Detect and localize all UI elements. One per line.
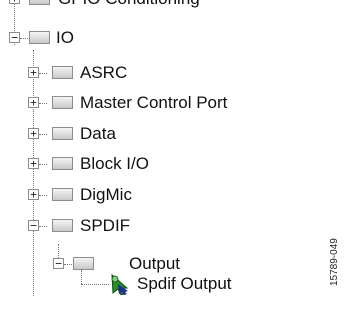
expand-icon[interactable]: +: [28, 189, 39, 200]
tree-item-spdif-output[interactable]: Spdif Output: [108, 273, 338, 295]
folder-icon: [52, 66, 73, 79]
tree-item-block-io[interactable]: + Block I/O: [20, 153, 270, 175]
folder-icon: [29, 31, 50, 44]
tree-item-label: DigMic: [80, 185, 132, 204]
expand-icon[interactable]: +: [9, 0, 20, 4]
tree-item-label: GPIO Conditioning: [58, 0, 200, 10]
tree-item-label: Spdif Output: [137, 274, 232, 293]
expand-icon[interactable]: +: [28, 67, 39, 78]
folder-icon: [52, 127, 73, 140]
tree-view: + GPIO Conditioning − IO + ASRC + Master…: [0, 0, 352, 314]
collapse-icon[interactable]: −: [53, 258, 64, 269]
tree-item-spdif[interactable]: − SPDIF: [20, 215, 270, 237]
tree-item-label: Block I/O: [80, 154, 149, 173]
tree-connector: [81, 284, 109, 285]
tree-item-label: IO: [56, 28, 74, 47]
tree-item-label: SPDIF: [80, 216, 131, 235]
tree-item-label: Data: [80, 124, 116, 143]
collapse-icon[interactable]: −: [28, 220, 39, 231]
collapse-icon[interactable]: −: [9, 32, 20, 43]
tree-item-data[interactable]: + Data: [20, 123, 270, 145]
tree-item-asrc[interactable]: + ASRC: [20, 62, 270, 84]
folder-icon: [52, 219, 73, 232]
tree-item-io[interactable]: − IO: [0, 27, 200, 49]
tree-item-label: ASRC: [80, 63, 128, 82]
tree-item-label: Master Control Port: [80, 93, 228, 112]
tree-item-label: Output: [129, 254, 181, 273]
expand-icon[interactable]: +: [28, 97, 39, 108]
folder-icon: [73, 257, 94, 270]
tree-item-gpio-conditioning[interactable]: + GPIO Conditioning: [0, 0, 300, 10]
folder-icon: [29, 0, 50, 5]
figure-id: 15789-049: [329, 238, 340, 286]
tree-item-digmic[interactable]: + DigMic: [20, 184, 270, 206]
folder-icon: [52, 96, 73, 109]
tree-item-output[interactable]: − Output: [45, 253, 295, 275]
expand-icon[interactable]: +: [28, 128, 39, 139]
expand-icon[interactable]: +: [28, 158, 39, 169]
tree-item-master-control-port[interactable]: + Master Control Port: [20, 92, 320, 114]
folder-icon: [52, 188, 73, 201]
cell-arrow-icon: [111, 273, 129, 295]
folder-icon: [52, 157, 73, 170]
